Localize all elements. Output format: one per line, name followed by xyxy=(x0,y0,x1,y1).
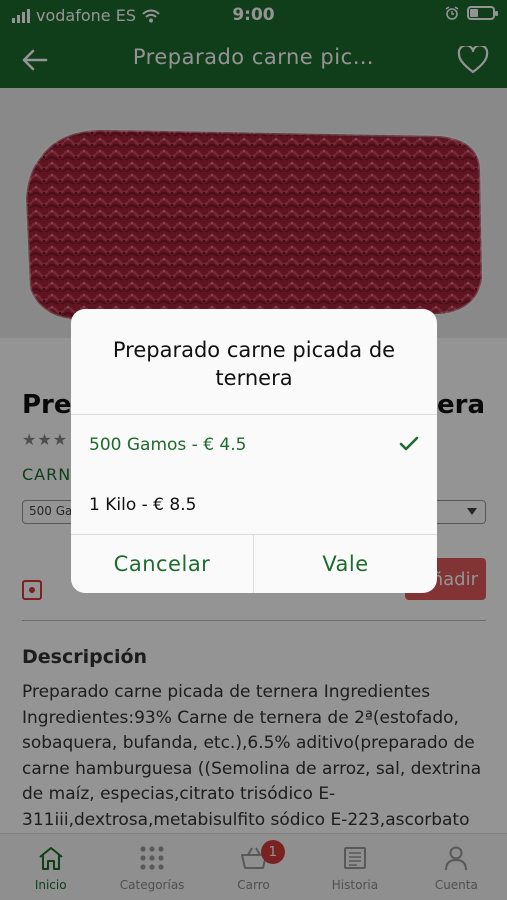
dialog-title: Preparado carne picada de ternera xyxy=(112,338,396,390)
option-500-gramos[interactable]: 500 Gamos - € 4.5 xyxy=(71,415,437,475)
option-label: 1 Kilo - € 8.5 xyxy=(89,495,197,515)
option-1-kilo[interactable]: 1 Kilo - € 8.5 xyxy=(71,475,437,535)
option-label: 500 Gamos - € 4.5 xyxy=(89,435,247,455)
cancel-button[interactable]: Cancelar xyxy=(71,535,253,593)
checkmark-icon xyxy=(399,436,419,451)
ok-button[interactable]: Vale xyxy=(254,535,437,593)
variant-picker-dialog: Preparado carne picada de ternera 500 Ga… xyxy=(71,309,437,593)
